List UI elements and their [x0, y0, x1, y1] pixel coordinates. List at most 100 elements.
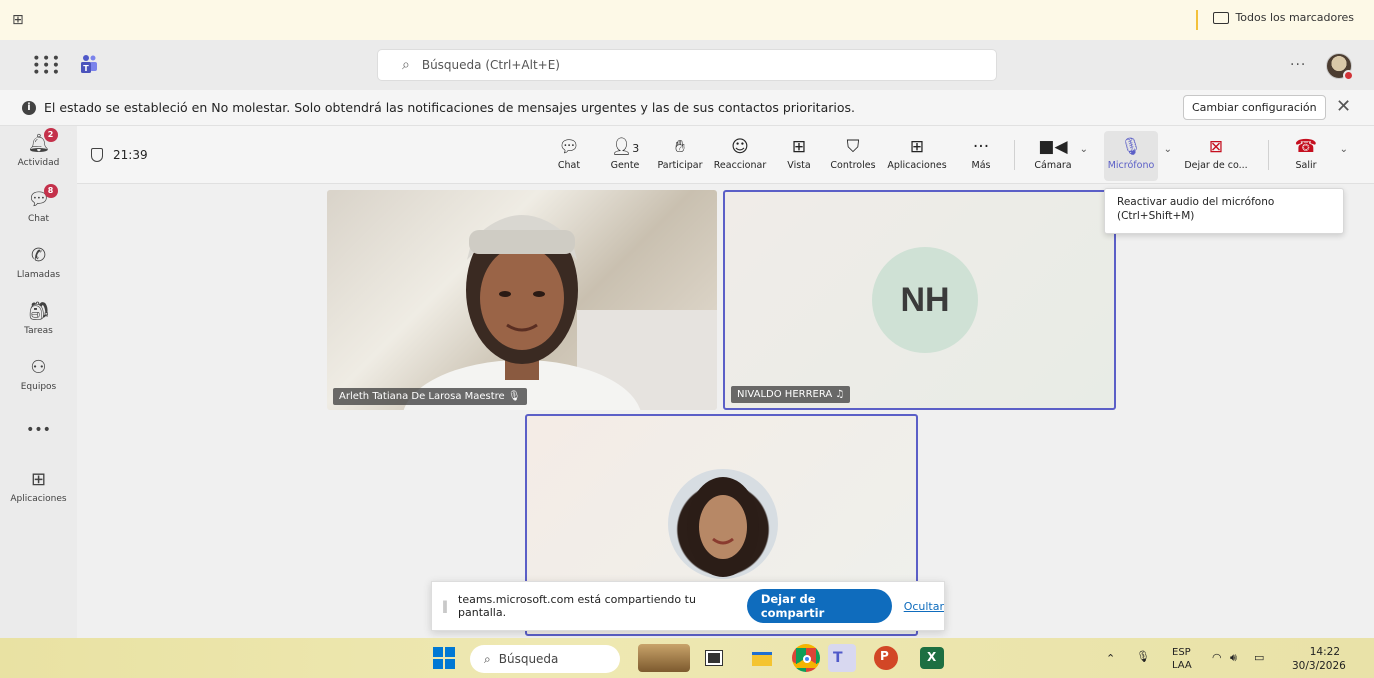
- screen-share-bar: ‖ teams.microsoft.com está compartiendo …: [431, 581, 945, 631]
- close-icon[interactable]: ✕: [1336, 96, 1351, 117]
- phone-icon: ✆: [30, 245, 47, 266]
- microphone-label: Micrófono: [1107, 160, 1155, 171]
- chevron-up-icon[interactable]: ⌃: [1106, 652, 1115, 665]
- left-rail: 🔔︎ 2 Actividad 💬︎ 8 Chat ✆ Llamadas 🎒︎ Tar…: [0, 126, 77, 638]
- teams-logo-icon[interactable]: T: [80, 54, 98, 74]
- timer-value: 21:39: [113, 148, 148, 162]
- grid-view-icon: ⊞: [791, 137, 807, 157]
- tasks-icon: 🎒︎: [27, 301, 51, 322]
- more-button[interactable]: ··· Más: [966, 136, 996, 171]
- rail-item-calls[interactable]: ✆ Llamadas: [0, 245, 77, 281]
- video-tile-participant[interactable]: Arleth Tatiana De Larosa Maestre 🎙︎: [327, 190, 717, 410]
- rail-item-teams[interactable]: ⚇ Equipos: [0, 357, 77, 393]
- app-launcher-icon[interactable]: ∙∙∙ ∙∙∙ ∙∙∙: [32, 51, 61, 79]
- all-bookmarks-button[interactable]: Todos los marcadores: [1213, 11, 1354, 24]
- add-app-icon: ⊞: [909, 137, 925, 157]
- ellipsis-icon: ···: [972, 137, 990, 157]
- clock[interactable]: 14:22 30/3/2026: [1292, 645, 1346, 673]
- file-explorer-icon[interactable]: [748, 644, 776, 672]
- chevron-down-icon[interactable]: ⌄: [1164, 144, 1172, 155]
- microphone-tray-icon[interactable]: 🎙︎: [1136, 650, 1150, 663]
- task-view-icon[interactable]: [700, 644, 728, 672]
- rail-label: Llamadas: [16, 270, 61, 280]
- people-icon: 👤︎3: [610, 137, 640, 157]
- share-message: teams.microsoft.com está compartiendo tu…: [458, 593, 696, 619]
- volume-icon[interactable]: 🔊︎: [1230, 651, 1237, 665]
- controls-label: Controles: [830, 160, 876, 171]
- more-options-icon[interactable]: ···: [1290, 57, 1306, 73]
- chat-label: Chat: [557, 160, 581, 171]
- clock-date: 30/3/2026: [1292, 660, 1346, 672]
- stop-share-label: Dejar de co...: [1184, 160, 1248, 171]
- chat-button[interactable]: 💬︎ Chat: [556, 136, 582, 171]
- shield-icon: [91, 148, 103, 162]
- toolbar-divider: [1268, 140, 1269, 170]
- react-button[interactable]: ☺ Reaccionar: [713, 136, 767, 171]
- stop-sharing-button[interactable]: ⊠ Dejar de co...: [1183, 136, 1249, 171]
- people-label: Gente: [610, 160, 640, 171]
- search-input[interactable]: ⌕ Búsqueda (Ctrl+Alt+E): [377, 49, 997, 81]
- rail-label: Equipos: [20, 382, 57, 392]
- language-indicator[interactable]: ESP LAA: [1172, 646, 1192, 672]
- stop-sharing-pill-button[interactable]: Dejar de compartir: [746, 589, 892, 623]
- teams-icon: ⚇: [30, 357, 47, 378]
- svg-text:T: T: [83, 64, 89, 73]
- camera-button[interactable]: ■◀ Cámara ⌄: [1032, 136, 1088, 171]
- rail-item-chat[interactable]: 💬︎ 8 Chat: [0, 184, 77, 224]
- rail-item-more[interactable]: •••: [0, 422, 77, 438]
- tooltip-shortcut: (Ctrl+Shift+M): [1117, 210, 1195, 222]
- drag-handle-icon[interactable]: ‖: [442, 599, 448, 613]
- participant-name-tag: NIVALDO HERRERA ♫: [731, 386, 851, 403]
- mic-muted-icon: 🎙︎: [507, 391, 521, 402]
- video-tile-participant[interactable]: NH NIVALDO HERRERA ♫: [723, 190, 1116, 410]
- taskbar-search[interactable]: ⌕ Búsqueda: [470, 645, 620, 673]
- meeting-timer: 21:39: [91, 148, 148, 162]
- rail-label: Chat: [27, 214, 50, 224]
- view-button[interactable]: ⊞ Vista: [784, 136, 814, 171]
- chat-icon: 💬︎ 8: [28, 184, 58, 210]
- more-label: Más: [971, 160, 991, 171]
- raise-hand-button[interactable]: ✋︎ Participar: [656, 136, 704, 171]
- excel-icon[interactable]: X: [920, 647, 944, 669]
- apps-grid-icon[interactable]: ⊞: [12, 12, 24, 28]
- wifi-icon[interactable]: ◠: [1212, 651, 1222, 664]
- change-settings-button[interactable]: Cambiar configuración: [1183, 95, 1326, 120]
- hide-link[interactable]: Ocultar: [904, 600, 944, 613]
- battery-icon[interactable]: ▭: [1254, 651, 1264, 664]
- emoji-icon: ☺: [731, 137, 749, 157]
- stop-share-icon: ⊠: [1208, 137, 1224, 157]
- chat-badge: 8: [43, 184, 58, 198]
- bookmarks-bar: ⊞ Todos los marcadores: [0, 0, 1374, 40]
- controls-button[interactable]: ⛉ Controles: [830, 136, 876, 171]
- participant-video: [403, 215, 717, 410]
- view-label: Vista: [787, 160, 811, 171]
- info-icon: i: [22, 100, 36, 115]
- clock-time: 14:22: [1309, 646, 1340, 658]
- participant-avatar-photo: [668, 469, 778, 579]
- chevron-down-icon[interactable]: ⌄: [1340, 144, 1348, 155]
- rail-item-activity[interactable]: 🔔︎ 2 Actividad: [0, 128, 77, 168]
- react-label: Reaccionar: [713, 160, 767, 171]
- widgets-icon[interactable]: [638, 644, 690, 672]
- apps-button[interactable]: ⊞ Aplicaciones: [885, 136, 949, 171]
- folder-icon: [1213, 11, 1230, 24]
- participant-name-tag: Arleth Tatiana De Larosa Maestre 🎙︎: [333, 388, 527, 405]
- powerpoint-icon[interactable]: P: [874, 646, 898, 670]
- leave-button[interactable]: ☎︎ Salir ⌄: [1290, 136, 1348, 171]
- microphone-button[interactable]: 🎙︎ Micrófono ⌄: [1104, 136, 1172, 171]
- chevron-down-icon[interactable]: ⌄: [1080, 144, 1088, 155]
- initials-avatar: NH: [872, 247, 978, 353]
- search-icon: ⌕: [402, 57, 410, 73]
- rail-item-apps[interactable]: ⊞ Aplicaciones: [0, 470, 77, 505]
- camera-label: Cámara: [1034, 160, 1072, 171]
- teams-taskbar-icon[interactable]: T: [828, 644, 856, 672]
- windows-start-icon[interactable]: [430, 644, 458, 672]
- notification-banner: i El estado se estableció en No molestar…: [0, 90, 1374, 126]
- rail-item-tasks[interactable]: 🎒︎ Tareas: [0, 301, 77, 337]
- chrome-icon[interactable]: [792, 644, 820, 672]
- people-button[interactable]: 👤︎3 Gente: [608, 136, 642, 171]
- notification-text: El estado se estableció en No molestar. …: [44, 100, 855, 115]
- more-icon: •••: [26, 422, 51, 438]
- profile-avatar[interactable]: [1326, 53, 1354, 81]
- controls-icon: ⛉: [846, 137, 860, 157]
